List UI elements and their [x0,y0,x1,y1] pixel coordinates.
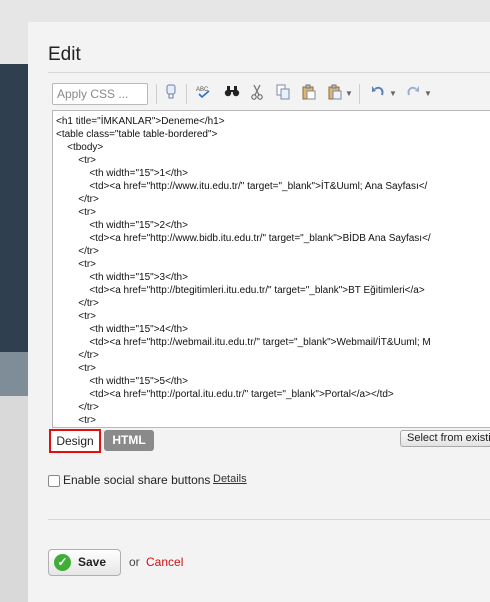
cut-icon[interactable] [247,84,267,104]
code-line: <th width="15">2</th> [56,220,188,231]
code-line: <td><a href="http://webmail.itu.edu.tr/"… [56,337,431,348]
page-background-strip [0,352,28,396]
redo-icon[interactable] [403,84,423,104]
edit-modal: Edit Apply CSS ... ABC ▼ ▼ ▼ <h1 title="… [28,22,490,602]
title-divider [48,72,490,73]
social-share-label: Enable social share buttons [63,473,211,487]
social-share-checkbox[interactable] [48,475,60,487]
modal-body: Edit Apply CSS ... ABC ▼ ▼ ▼ <h1 title="… [28,22,490,602]
code-line: <h1 title="İMKANLAR">Deneme</h1> [56,116,225,127]
footer-divider [48,519,490,520]
code-line: <td><a href="http://www.bidb.itu.edu.tr/… [56,233,431,244]
undo-icon[interactable] [368,84,388,104]
undo-dropdown-icon[interactable]: ▼ [389,84,397,104]
editor-toolbar: Apply CSS ... ABC ▼ ▼ ▼ [48,78,490,110]
or-label: or [129,555,140,569]
code-line: <th width="15">4</th> [56,324,188,335]
details-link[interactable]: Details [213,473,247,485]
clean-icon[interactable] [161,84,181,104]
modal-title: Edit [48,44,81,65]
select-from-existing-button[interactable]: Select from existi [400,430,490,447]
code-line: </tr> [56,246,99,257]
code-line: <tr> [56,363,97,374]
code-line: <td><a href="http://btegitimleri.itu.edu… [56,285,425,296]
html-source-editor[interactable]: <h1 title="İMKANLAR">Deneme</h1> <table … [52,110,490,428]
paste-options-dropdown-icon[interactable]: ▼ [345,84,353,104]
html-mode-button[interactable]: HTML [104,430,154,451]
toolbar-separator [359,84,360,104]
code-line: </tr> [56,194,99,205]
paste-icon[interactable] [299,84,319,104]
checkmark-icon: ✓ [54,554,71,571]
code-line: <table class="table table-bordered"> [56,129,218,140]
code-line: <tbody> [56,142,104,153]
code-line: </tr> [56,298,99,309]
cancel-link[interactable]: Cancel [146,555,183,569]
code-line: <tr> [56,259,97,270]
code-line: <td><a href="http://www.itu.edu.tr/" tar… [56,181,428,192]
code-line: <th width="15">5</th> [56,376,188,387]
paste-options-icon[interactable] [325,84,345,104]
code-line: <th width="15">1</th> [56,168,188,179]
code-line: <tr> [56,415,97,426]
code-line: <td><a href="http://portal.itu.edu.tr/" … [56,389,394,400]
code-line: <th width="15">3</th> [56,272,188,283]
save-button-label: Save [78,555,107,569]
code-line: <tr> [56,155,97,166]
code-line: <tr> [56,207,97,218]
page-background-bottom [0,396,28,602]
code-line: </tr> [56,350,99,361]
redo-dropdown-icon[interactable]: ▼ [424,84,432,104]
spellcheck-icon[interactable]: ABC [194,84,214,104]
toolbar-separator [156,84,157,104]
copy-icon[interactable] [273,84,293,104]
code-line: <tr> [56,311,97,322]
page-background-panel [0,64,28,352]
apply-css-select[interactable]: Apply CSS ... [52,83,148,105]
editor-mode-bar: Design HTML Select from existi [48,428,490,453]
find-icon[interactable] [222,84,242,104]
save-button[interactable]: ✓ Save [48,549,121,576]
design-mode-button[interactable]: Design [49,429,101,453]
code-line: </tr> [56,402,99,413]
toolbar-separator [186,84,187,104]
